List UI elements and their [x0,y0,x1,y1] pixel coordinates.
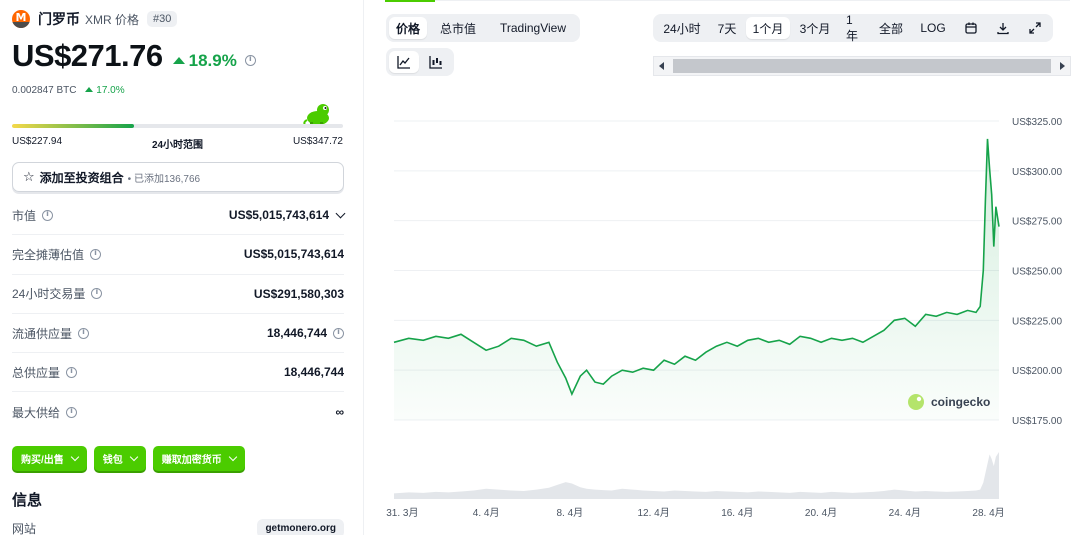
y-tick-label: US$275.00 [1012,217,1062,228]
watermark-text: coingecko [931,395,990,409]
y-tick-label: US$250.00 [1012,267,1062,278]
x-axis: 31. 3月 4. 4月 8. 4月 12. 4月 16. 4月 20. 4月 24. 4月… [386,507,1004,519]
x-tick-label: 8. 4月 [557,507,584,519]
coingecko-watermark: coingecko [908,394,990,410]
y-axis: US$325.00 US$300.00 US$275.00 US$250.00 US$2… [1012,117,1062,427]
y-tick-label: US$225.00 [1012,316,1062,327]
y-tick-label: US$200.00 [1012,366,1062,377]
x-tick-label: 4. 4月 [473,507,500,519]
y-tick-label: US$175.00 [1012,416,1062,427]
x-tick-label: 20. 4月 [805,507,837,519]
x-tick-label: 28. 4月 [972,507,1004,519]
x-tick-label: 16. 4月 [721,507,753,519]
x-tick-label: 31. 3月 [386,507,418,519]
x-tick-label: 12. 4月 [637,507,669,519]
y-tick-label: US$300.00 [1012,167,1062,178]
coingecko-logo-eye [916,396,922,402]
volume-area [394,452,999,499]
coingecko-logo-icon [908,394,924,410]
price-area [394,138,999,420]
y-tick-label: US$325.00 [1012,117,1062,128]
x-tick-label: 24. 4月 [889,507,921,519]
price-chart[interactable]: US$325.00 US$300.00 US$275.00 US$250.00 US$2… [0,0,1080,535]
